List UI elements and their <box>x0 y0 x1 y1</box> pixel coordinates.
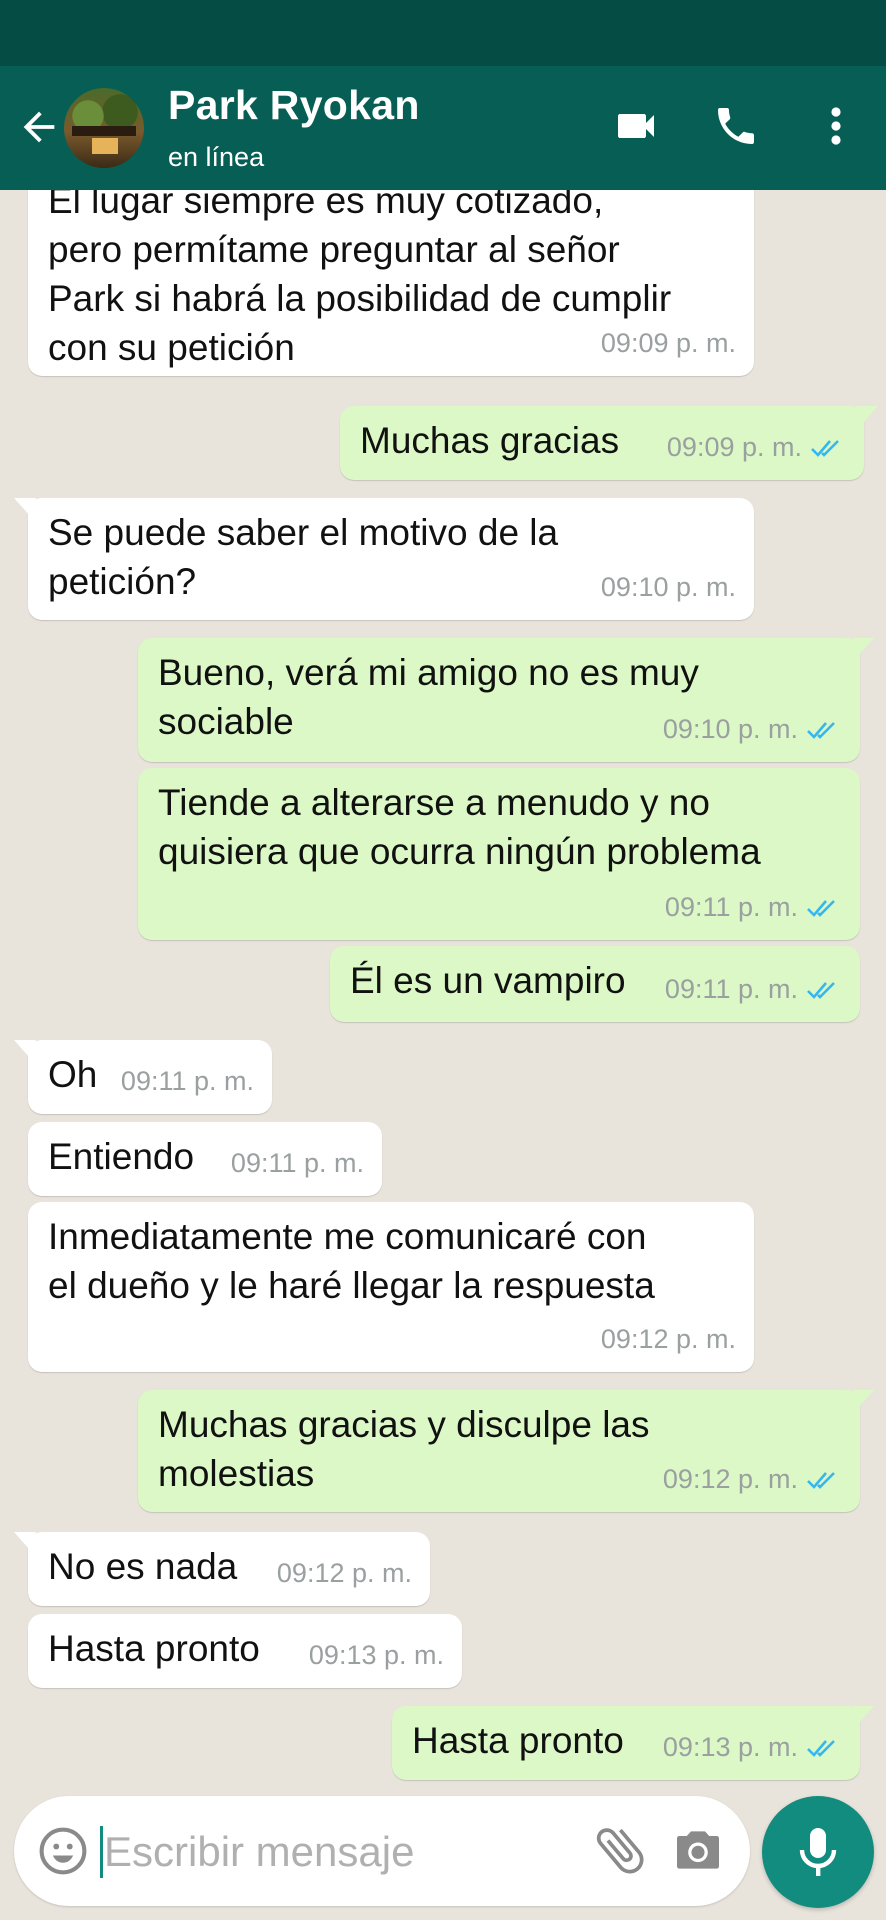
avatar[interactable] <box>64 88 144 168</box>
chat-header: Park Ryokan en línea <box>0 66 886 190</box>
mic-icon <box>799 1828 837 1876</box>
message-time: 09:10 p. m. <box>600 572 736 602</box>
read-ticks-icon <box>807 721 835 739</box>
read-ticks-icon <box>807 1739 835 1757</box>
message-bubble[interactable]: Tiende a alterarse a menudo y no quisier… <box>138 768 860 940</box>
message-time: 09:09 p. m. <box>600 328 736 358</box>
message-text: Tiende a alterarse a menudo y no quisier… <box>158 782 761 872</box>
back-arrow-icon[interactable] <box>16 104 62 150</box>
message-bubble[interactable]: Muchas gracias 09:09 p. m. <box>340 406 878 480</box>
voice-record-button[interactable] <box>762 1796 874 1908</box>
message-time: 09:09 p. m. <box>666 432 802 462</box>
message-bubble[interactable]: Bueno, verá mi amigo no es muy sociable … <box>138 638 874 762</box>
message-time: 09:13 p. m. <box>308 1640 444 1670</box>
status-bar <box>0 0 886 66</box>
message-time: 09:11 p. m. <box>664 974 798 1004</box>
message-bubble[interactable]: Oh 09:11 p. m. <box>14 1040 272 1114</box>
message-bubble[interactable]: Entiendo 09:11 p. m. <box>28 1122 382 1196</box>
message-text: Inmediatamente me comunicaré con el dueñ… <box>48 1216 655 1306</box>
message-bubble[interactable]: El lugar siempre es muy cotizado, pero p… <box>28 190 754 376</box>
contact-name[interactable]: Park Ryokan <box>168 82 420 129</box>
message-bubble[interactable]: Inmediatamente me comunicaré con el dueñ… <box>28 1202 754 1372</box>
message-time: 09:12 p. m. <box>662 1464 798 1494</box>
message-time: 09:12 p. m. <box>600 1324 736 1354</box>
read-ticks-icon <box>807 981 835 999</box>
message-time: 09:12 p. m. <box>276 1558 412 1588</box>
message-bubble[interactable]: Él es un vampiro 09:11 p. m. <box>330 946 860 1022</box>
message-bubble[interactable]: Muchas gracias y disculpe las molestias … <box>138 1390 874 1512</box>
contact-status: en línea <box>168 142 265 172</box>
text-caret <box>100 1826 103 1878</box>
more-vert-icon[interactable] <box>818 102 854 150</box>
camera-icon[interactable] <box>670 1822 726 1878</box>
composer-bar <box>14 1796 750 1906</box>
message-time: 09:10 p. m. <box>662 714 798 744</box>
message-bubble[interactable]: Se puede saber el motivo de la petición?… <box>14 498 754 620</box>
message-time: 09:11 p. m. <box>120 1066 254 1096</box>
read-ticks-icon <box>807 1471 835 1489</box>
message-time: 09:13 p. m. <box>662 1732 798 1762</box>
phone-icon[interactable] <box>712 102 760 150</box>
message-input[interactable] <box>104 1820 574 1884</box>
message-list[interactable]: El lugar siempre es muy cotizado, pero p… <box>0 190 886 1790</box>
read-ticks-icon <box>811 439 839 457</box>
read-ticks-icon <box>807 899 835 917</box>
message-bubble[interactable]: No es nada 09:12 p. m. <box>14 1532 430 1606</box>
emoji-icon[interactable] <box>36 1824 90 1878</box>
message-bubble[interactable]: Hasta pronto 09:13 p. m. <box>28 1614 462 1688</box>
video-call-icon[interactable] <box>612 102 660 150</box>
message-time: 09:11 p. m. <box>230 1148 364 1178</box>
message-bubble[interactable]: Hasta pronto 09:13 p. m. <box>392 1706 874 1780</box>
message-time: 09:11 p. m. <box>664 892 798 922</box>
paperclip-icon[interactable] <box>590 1820 650 1880</box>
